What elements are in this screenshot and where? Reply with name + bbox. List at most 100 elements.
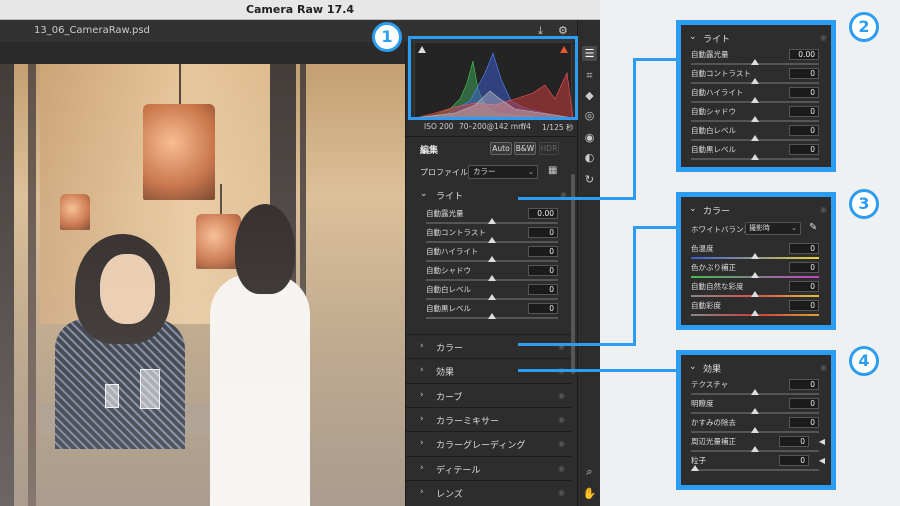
edit-sliders-icon[interactable]: ☰ — [582, 46, 597, 61]
eye-icon[interactable]: ◉ — [558, 391, 565, 400]
slider-thumb[interactable] — [488, 275, 496, 281]
contrast-value[interactable]: 0 — [528, 227, 558, 238]
divider — [406, 136, 578, 137]
chevron-down-icon: ⌄ — [689, 204, 697, 214]
callout-number-1: 1 — [372, 22, 402, 52]
blacks-slider[interactable]: 自動黒レベル 0 — [426, 303, 566, 322]
white-balance-row: ホワイトバランス 撮影時 ⌄ ✎ — [691, 222, 818, 235]
histogram-highlight — [408, 36, 578, 120]
eraser-icon[interactable]: ◆ — [582, 88, 597, 103]
mask-icon[interactable]: ◎ — [582, 108, 597, 123]
chevron-right-icon: › — [420, 341, 424, 351]
eye-icon[interactable]: ◉ — [558, 415, 565, 424]
eye-icon[interactable]: ◉ — [820, 205, 827, 214]
callout-number-3: 3 — [849, 189, 879, 219]
shadows-value[interactable]: 0 — [528, 265, 558, 276]
aperture-value: f/4 — [521, 122, 531, 131]
auto-button[interactable]: Auto — [490, 142, 512, 155]
eye-icon[interactable]: ◉ — [820, 363, 827, 372]
connector-line — [518, 369, 679, 372]
connector-line — [633, 58, 679, 61]
vibrance-slider[interactable]: 自動自然な彩度 0 — [691, 281, 827, 300]
section-color-mixer[interactable]: › カラーミキサー ◉ — [406, 407, 571, 431]
vignette-expand-icon[interactable]: ◀ — [819, 437, 825, 446]
section-color-grading[interactable]: › カラーグレーディング ◉ — [406, 431, 571, 455]
bw-button[interactable]: B&W — [514, 142, 536, 155]
blacks-slider[interactable]: 自動黒レベル 0 — [691, 144, 827, 163]
chevron-down-icon: ⌄ — [689, 362, 697, 372]
slider-thumb[interactable] — [488, 237, 496, 243]
exposure-slider[interactable]: 自動露光量 0.00 — [426, 208, 566, 227]
profile-browser-icon[interactable]: ▦ — [548, 166, 558, 176]
window-title: Camera Raw 17.4 — [0, 0, 600, 20]
exposure-value[interactable]: 0.00 — [528, 208, 558, 219]
section-detail[interactable]: › ディテール ◉ — [406, 456, 571, 480]
edit-header: 編集 Auto B&W HDR — [406, 138, 578, 160]
slider-thumb[interactable] — [488, 256, 496, 262]
section-curve[interactable]: › カーブ ◉ — [406, 383, 571, 407]
blacks-value[interactable]: 0 — [528, 303, 558, 314]
dehaze-slider[interactable]: かすみの除去 0 — [691, 417, 827, 436]
light-section-header[interactable]: ⌄ ライト ◉ — [681, 27, 831, 49]
profile-label: プロファイル — [420, 168, 468, 177]
crop-icon[interactable]: ⌗ — [582, 68, 597, 83]
slider-thumb[interactable] — [488, 313, 496, 319]
contrast-slider[interactable]: 自動コントラスト 0 — [426, 227, 566, 246]
contrast-slider[interactable]: 自動コントラスト 0 — [691, 68, 827, 87]
highlights-value[interactable]: 0 — [528, 246, 558, 257]
vignette-slider[interactable]: 周辺光量補正 0 ◀ — [691, 436, 827, 455]
eye-icon[interactable]: ◉ — [558, 464, 565, 473]
edit-title: 編集 — [420, 146, 439, 156]
effects-section-header[interactable]: ⌄ 効果 ◉ — [681, 357, 831, 379]
chevron-right-icon: › — [420, 390, 424, 400]
texture-slider[interactable]: テクスチャ 0 — [691, 379, 827, 398]
chevron-down-icon: ⌄ — [420, 189, 428, 199]
iso-value: ISO 200 — [424, 122, 454, 131]
profile-select[interactable]: カラー ⌄ — [468, 165, 538, 179]
slider-thumb[interactable] — [488, 218, 496, 224]
eye-icon[interactable]: ◉ — [558, 488, 565, 497]
whites-value[interactable]: 0 — [528, 284, 558, 295]
grain-expand-icon[interactable]: ◀ — [819, 456, 825, 465]
chevron-down-icon: ⌄ — [689, 32, 697, 42]
presets-icon[interactable]: ◐ — [582, 150, 597, 165]
connector-line — [633, 226, 679, 229]
color-section-header[interactable]: ⌄ カラー ◉ — [681, 199, 831, 221]
temperature-slider[interactable]: 色温度 0 — [691, 243, 827, 262]
eye-icon[interactable]: ◉ — [558, 439, 565, 448]
photo-preview[interactable] — [0, 64, 405, 506]
highlights-slider[interactable]: 自動ハイライト 0 — [691, 87, 827, 106]
shadows-slider[interactable]: 自動シャドウ 0 — [426, 265, 566, 284]
eye-icon[interactable]: ◉ — [820, 33, 827, 42]
shadows-slider[interactable]: 自動シャドウ 0 — [691, 106, 827, 125]
shutter-value: 1/125 秒 — [542, 123, 574, 132]
grain-slider[interactable]: 粒子 0 ◀ — [691, 455, 827, 474]
section-color[interactable]: › カラー ◉ — [406, 334, 571, 358]
chevron-right-icon: › — [420, 438, 424, 448]
redeye-icon[interactable]: ◉ — [582, 130, 597, 145]
tool-strip: ☰ ⌗ ◆ ◎ ◉ ◐ ↻ ⌕ ✋ — [577, 20, 600, 506]
slider-thumb[interactable] — [488, 294, 496, 300]
hand-icon[interactable]: ✋ — [582, 486, 597, 501]
saturation-slider[interactable]: 自動彩度 0 — [691, 300, 827, 319]
light-section-header[interactable]: ⌄ ライト ◉ — [406, 184, 571, 206]
zoom-icon[interactable]: ⌕ — [582, 464, 597, 479]
chevron-down-icon: ⌄ — [791, 224, 797, 232]
callout-light: ⌄ ライト ◉ 自動露光量 0.00 自動コントラスト 0 自動ハイライト 0 … — [676, 20, 836, 172]
highlights-slider[interactable]: 自動ハイライト 0 — [426, 246, 566, 265]
white-balance-select[interactable]: 撮影時 ⌄ — [745, 222, 801, 235]
section-lens[interactable]: › レンズ ◉ — [406, 480, 571, 504]
profile-row: プロファイル カラー ⌄ ▦ — [406, 164, 578, 182]
callout-color: ⌄ カラー ◉ ホワイトバランス 撮影時 ⌄ ✎ 色温度 0 色かぶり補正 0 … — [676, 192, 836, 330]
chevron-down-icon: ⌄ — [528, 168, 534, 176]
hdr-button[interactable]: HDR — [539, 142, 559, 155]
whites-slider[interactable]: 自動白レベル 0 — [691, 125, 827, 144]
clarity-slider[interactable]: 明瞭度 0 — [691, 398, 827, 417]
whites-slider[interactable]: 自動白レベル 0 — [426, 284, 566, 303]
exposure-slider[interactable]: 自動露光量 0.00 — [691, 49, 827, 68]
connector-line — [518, 197, 636, 200]
callout-effects: ⌄ 効果 ◉ テクスチャ 0 明瞭度 0 かすみの除去 0 周辺光量補正 0 ◀… — [676, 350, 836, 490]
snapshot-icon[interactable]: ↻ — [582, 172, 597, 187]
tint-slider[interactable]: 色かぶり補正 0 — [691, 262, 827, 281]
eyedropper-icon[interactable]: ✎ — [809, 222, 817, 233]
